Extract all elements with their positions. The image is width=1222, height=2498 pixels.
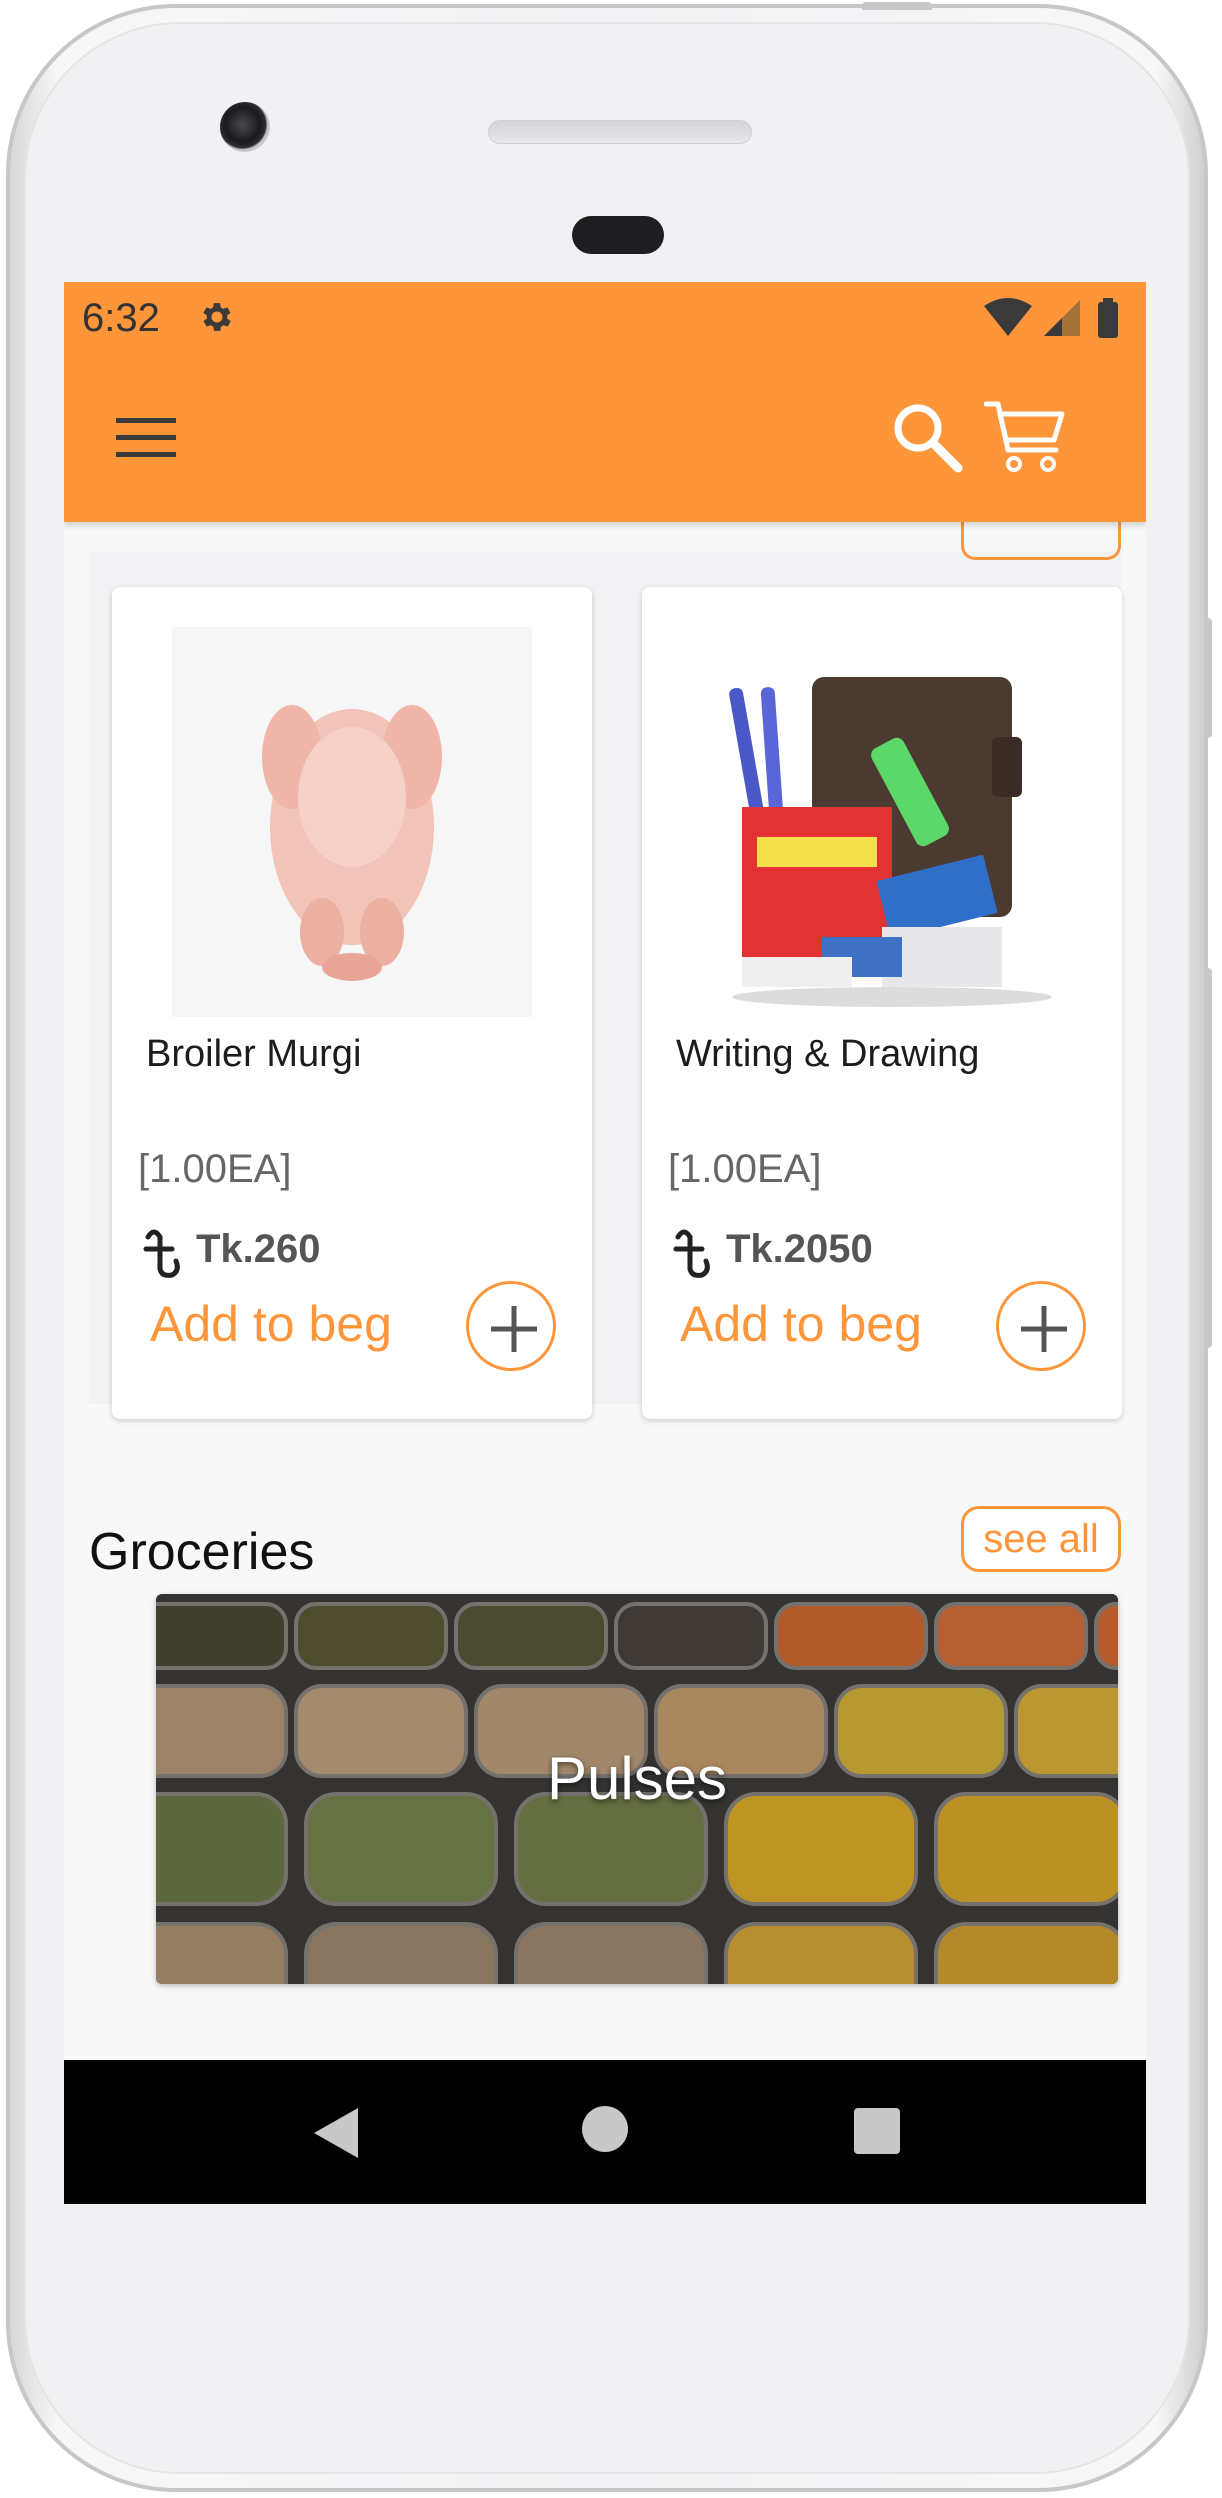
cart-icon[interactable] — [984, 398, 1066, 478]
product-name: Writing & Drawing — [676, 1033, 980, 1075]
product-name: Broiler Murgi — [146, 1033, 362, 1075]
groceries-section-title: Groceries — [89, 1523, 315, 1581]
add-to-bag-button[interactable] — [996, 1281, 1086, 1371]
power-button — [1204, 618, 1212, 738]
add-to-bag-label[interactable]: Add to beg — [150, 1295, 392, 1353]
add-to-bag-button[interactable] — [466, 1281, 556, 1371]
plus-icon — [1021, 1306, 1067, 1352]
product-price: Tk.2050 — [726, 1227, 873, 1271]
earpiece-speaker — [488, 120, 752, 144]
stationery-product-image — [702, 627, 1062, 1017]
battery-icon — [1098, 302, 1118, 338]
product-quantity: [1.00EA] — [668, 1147, 822, 1191]
product-card[interactable]: Writing & Drawing [1.00EA] Tk.2050 Add t… — [642, 587, 1122, 1419]
plus-icon — [491, 1306, 537, 1352]
banner-label: Pulses — [546, 1745, 728, 1812]
status-time: 6:32 — [82, 296, 160, 340]
wifi-icon — [984, 298, 1032, 336]
status-icons — [984, 298, 1118, 338]
app-screen: 6:32 Broiler Murgi [1.00EA] Tk.260 Add t… — [64, 282, 1146, 2204]
pulses-category-banner[interactable]: Pulses — [156, 1594, 1118, 1984]
product-quantity: [1.00EA] — [138, 1147, 292, 1191]
add-to-bag-label[interactable]: Add to beg — [680, 1295, 922, 1353]
product-price: Tk.260 — [196, 1227, 321, 1271]
see-all-button[interactable]: see all — [961, 1506, 1121, 1572]
home-icon[interactable] — [582, 2106, 628, 2152]
system-navigation-bar — [64, 2060, 1146, 2204]
recent-apps-icon[interactable] — [854, 2108, 900, 2154]
taka-icon — [673, 1229, 710, 1278]
settings-gear-icon — [203, 303, 231, 331]
scroll-content[interactable]: Broiler Murgi [1.00EA] Tk.260 Add to beg — [64, 518, 1146, 2022]
back-icon[interactable] — [308, 2106, 362, 2160]
volume-button — [1204, 968, 1212, 1348]
search-icon[interactable] — [890, 400, 964, 474]
hamburger-menu-icon[interactable] — [116, 414, 178, 462]
app-bar: 6:32 — [64, 282, 1146, 522]
product-card[interactable]: Broiler Murgi [1.00EA] Tk.260 Add to beg — [112, 587, 592, 1419]
front-camera — [220, 102, 270, 152]
proximity-sensor — [572, 216, 664, 254]
taka-icon — [143, 1229, 180, 1278]
chicken-product-image — [172, 627, 532, 1017]
partially-hidden-see-all-button[interactable] — [961, 518, 1121, 560]
